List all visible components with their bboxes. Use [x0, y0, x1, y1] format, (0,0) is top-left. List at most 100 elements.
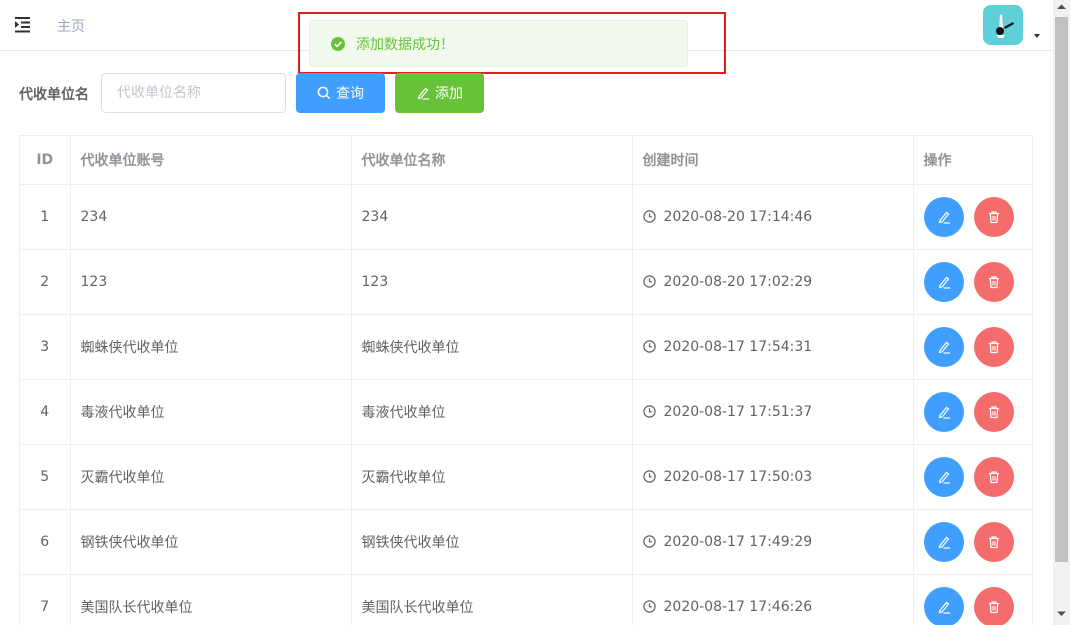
edit-button[interactable] [923, 196, 964, 237]
vertical-scrollbar[interactable] [1053, 0, 1070, 625]
clock-icon [642, 275, 656, 288]
clock-icon [642, 535, 656, 548]
cell-account: 234 [70, 184, 352, 250]
cell-name: 123 [351, 249, 633, 315]
cell-created: 2020-08-17 17:51:37 [632, 379, 914, 445]
header-actions: 操作 [913, 136, 1032, 185]
row-account: 灭霸代收单位 [80, 469, 165, 486]
row-account: 美国队长代收单位 [80, 599, 193, 616]
row-id: 5 [40, 468, 50, 485]
table-row: 2 123 123 2020-08-20 17:02:29 [20, 249, 1032, 315]
row-name: 毒液代收单位 [361, 404, 446, 421]
trash-icon [988, 535, 999, 548]
row-account: 蜘蛛侠代收单位 [80, 339, 179, 356]
filter-label: 代收单位名 [19, 87, 89, 103]
delete-button[interactable] [973, 261, 1014, 302]
clock-icon [642, 210, 656, 223]
scrollbar-thumb[interactable] [1055, 17, 1068, 562]
cell-actions [913, 249, 1032, 315]
cell-account: 毒液代收单位 [70, 379, 352, 445]
edit-pencil-icon [417, 87, 429, 100]
cell-actions [913, 379, 1032, 445]
row-id: 4 [40, 403, 50, 420]
table-row: 3 蜘蛛侠代收单位 蜘蛛侠代收单位 2020-08-17 17:54:31 [20, 314, 1032, 380]
scroll-down-arrow-icon[interactable] [1057, 611, 1066, 617]
table-row: 5 灭霸代收单位 灭霸代收单位 2020-08-17 17:50:03 [20, 444, 1032, 510]
cell-account: 美国队长代收单位 [70, 574, 352, 625]
avatar[interactable] [983, 5, 1023, 45]
row-created: 2020-08-20 17:02:29 [663, 273, 813, 290]
edit-button[interactable] [923, 521, 964, 562]
query-button[interactable]: 查询 [296, 73, 385, 113]
trash-icon [988, 340, 999, 353]
edit-button[interactable] [923, 391, 964, 432]
indent-menu-icon[interactable] [12, 12, 36, 36]
search-icon [317, 86, 331, 100]
cell-account: 钢铁侠代收单位 [70, 509, 352, 575]
table-row: 7 美国队长代收单位 美国队长代收单位 2020-08-17 17:46:26 [20, 574, 1032, 625]
add-button[interactable]: 添加 [395, 73, 484, 113]
row-account: 234 [80, 208, 108, 225]
table-row: 6 钢铁侠代收单位 钢铁侠代收单位 2020-08-17 17:49:29 [20, 509, 1032, 575]
cell-name: 毒液代收单位 [351, 379, 633, 445]
row-name: 灭霸代收单位 [361, 469, 446, 486]
delete-button[interactable] [973, 326, 1014, 367]
clock-icon [642, 340, 656, 353]
delete-button[interactable] [973, 456, 1014, 497]
caret-down-icon[interactable] [1032, 31, 1042, 41]
cell-created: 2020-08-17 17:49:29 [632, 509, 914, 575]
header-created: 创建时间 [632, 136, 914, 185]
cell-id: 2 [20, 249, 71, 315]
cell-created: 2020-08-17 17:50:03 [632, 444, 914, 510]
cell-actions [913, 444, 1032, 510]
delete-button[interactable] [973, 521, 1014, 562]
cell-created: 2020-08-20 17:02:29 [632, 249, 914, 315]
row-name: 123 [361, 273, 389, 290]
header-account: 代收单位账号 [70, 136, 352, 185]
row-created: 2020-08-17 17:51:37 [663, 403, 813, 420]
edit-button[interactable] [923, 261, 964, 302]
row-created: 2020-08-20 17:14:46 [663, 208, 813, 225]
edit-pencil-icon [938, 601, 950, 614]
row-created: 2020-08-17 17:50:03 [663, 468, 813, 485]
edit-pencil-icon [938, 276, 950, 289]
row-id: 7 [40, 598, 50, 615]
scroll-up-arrow-icon[interactable] [1057, 4, 1066, 10]
trash-icon [988, 600, 999, 613]
row-name: 钢铁侠代收单位 [361, 534, 460, 551]
cell-created: 2020-08-17 17:54:31 [632, 314, 914, 380]
cell-actions [913, 314, 1032, 380]
table-row: 4 毒液代收单位 毒液代收单位 2020-08-17 17:51:37 [20, 379, 1032, 445]
clock-icon [642, 405, 656, 418]
delete-button[interactable] [973, 586, 1014, 625]
cell-account: 123 [70, 249, 352, 315]
trash-icon [988, 275, 999, 288]
row-account: 钢铁侠代收单位 [80, 534, 179, 551]
row-created: 2020-08-17 17:54:31 [663, 338, 813, 355]
header-id: ID [20, 136, 71, 185]
cell-id: 3 [20, 314, 71, 380]
delete-button[interactable] [973, 391, 1014, 432]
cell-name: 美国队长代收单位 [351, 574, 633, 625]
edit-pencil-icon [938, 536, 950, 549]
breadcrumb-home[interactable]: 主页 [57, 16, 85, 36]
edit-pencil-icon [938, 471, 950, 484]
edit-pencil-icon [938, 406, 950, 419]
table-row: 1 234 234 2020-08-20 17:14:46 [20, 184, 1032, 250]
trash-icon [988, 405, 999, 418]
cell-id: 4 [20, 379, 71, 445]
row-id: 6 [40, 533, 50, 550]
edit-button[interactable] [923, 586, 964, 625]
header-name: 代收单位名称 [351, 136, 633, 185]
cell-created: 2020-08-17 17:46:26 [632, 574, 914, 625]
edit-pencil-icon [938, 341, 950, 354]
cell-actions [913, 509, 1032, 575]
row-name: 蜘蛛侠代收单位 [361, 339, 460, 356]
cell-name: 234 [351, 184, 633, 250]
row-id: 3 [40, 338, 50, 355]
unit-name-input[interactable] [101, 73, 286, 113]
edit-button[interactable] [923, 326, 964, 367]
cell-id: 1 [20, 184, 71, 250]
edit-button[interactable] [923, 456, 964, 497]
delete-button[interactable] [973, 196, 1014, 237]
